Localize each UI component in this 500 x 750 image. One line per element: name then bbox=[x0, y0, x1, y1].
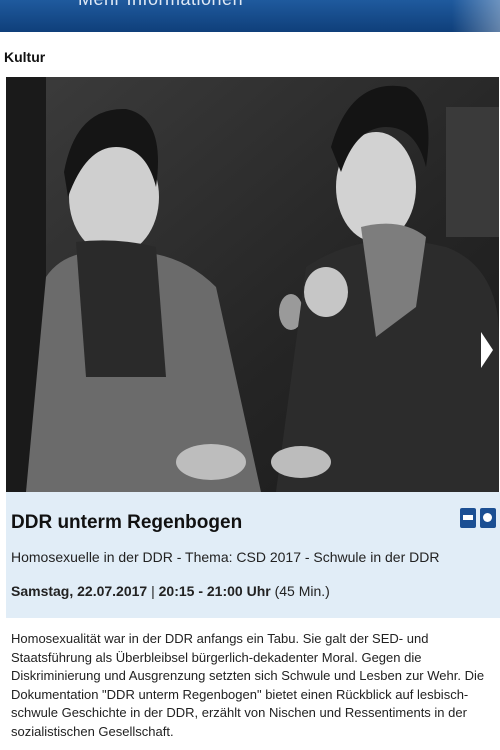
audio-description-icon bbox=[480, 508, 496, 528]
program-schedule: Samstag, 22.07.2017 | 20:15 - 21:00 Uhr … bbox=[11, 583, 330, 599]
schedule-separator: | bbox=[147, 583, 159, 599]
program-description: Homosexualität war in der DDR anfangs ei… bbox=[11, 631, 485, 739]
subtitle-icon bbox=[460, 508, 476, 528]
photo-illustration bbox=[6, 77, 499, 492]
program-time: 20:15 - 21:00 Uhr bbox=[158, 583, 271, 599]
program-photo bbox=[6, 77, 499, 492]
top-banner: Mehr Informationen bbox=[0, 0, 500, 32]
feature-icons bbox=[460, 508, 496, 528]
chevron-right-icon[interactable] bbox=[481, 332, 493, 368]
banner-text: Mehr Informationen bbox=[78, 0, 243, 10]
program-subtitle: Homosexuelle in der DDR - Thema: CSD 201… bbox=[11, 549, 440, 565]
section-label: Kultur bbox=[4, 49, 46, 65]
banner-decoration bbox=[452, 0, 500, 32]
program-title[interactable]: DDR unterm Regenbogen bbox=[11, 512, 242, 534]
program-duration: (45 Min.) bbox=[270, 583, 330, 599]
program-date: Samstag, 22.07.2017 bbox=[11, 583, 148, 599]
